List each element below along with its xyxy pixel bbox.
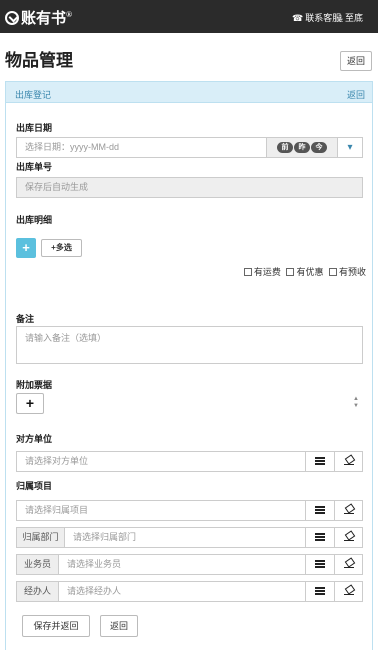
salesman-addon: 业务员 bbox=[16, 554, 59, 575]
prepay-checkbox[interactable] bbox=[328, 268, 337, 276]
department-input[interactable]: 请选择归属部门 bbox=[64, 527, 306, 548]
freight-option[interactable]: 有运费 bbox=[241, 267, 281, 277]
extra-options: 有运费 有优惠 有预收 bbox=[241, 265, 366, 278]
discount-checkbox[interactable] bbox=[286, 268, 295, 276]
page-title: 物品管理 bbox=[5, 51, 73, 70]
number-input: 保存后自动生成 bbox=[16, 177, 363, 198]
project-input[interactable]: 请选择归属项目 bbox=[16, 500, 306, 521]
eraser-icon bbox=[343, 505, 354, 514]
scroll-bottom-link[interactable]: ⤓ 至底 bbox=[339, 11, 363, 24]
phone-icon: ☎ bbox=[292, 13, 304, 23]
list-icon bbox=[315, 587, 325, 595]
discount-label: 有优惠 bbox=[296, 267, 324, 277]
counterparty-label: 对方单位 bbox=[16, 434, 53, 444]
project-list-button[interactable] bbox=[305, 500, 335, 521]
number-spinner[interactable]: ▲ ▼ bbox=[352, 396, 360, 410]
handler-input[interactable]: 请选择经办人 bbox=[58, 581, 306, 602]
brand-name: 账有书 bbox=[21, 11, 67, 27]
salesman-list-button[interactable] bbox=[305, 554, 335, 575]
counterparty-input[interactable]: 请选择对方单位 bbox=[16, 451, 306, 472]
project-label: 归属项目 bbox=[16, 481, 53, 491]
eraser-icon bbox=[343, 456, 354, 465]
date-label: 出库日期 bbox=[16, 123, 53, 133]
contact-service-link[interactable]: ☎ 联系客服 bbox=[292, 11, 341, 24]
remark-textarea[interactable]: 请输入备注（选填） bbox=[16, 326, 363, 364]
details-label: 出库明细 bbox=[16, 215, 53, 225]
eraser-icon bbox=[343, 532, 354, 541]
date-dropdown-button[interactable]: ▾ bbox=[337, 137, 363, 158]
department-list-button[interactable] bbox=[305, 527, 335, 548]
contact-service-label: 联系客服 bbox=[305, 13, 342, 23]
freight-label: 有运费 bbox=[253, 267, 281, 277]
yesterday-button[interactable]: 昨 bbox=[294, 142, 310, 153]
list-icon bbox=[315, 506, 325, 514]
project-clear-button[interactable] bbox=[334, 500, 363, 521]
day-before-yesterday-button[interactable]: 前 bbox=[277, 142, 293, 153]
scroll-bottom-label: 至底 bbox=[344, 13, 363, 23]
prepay-label: 有预收 bbox=[338, 267, 366, 277]
handler-addon: 经办人 bbox=[16, 581, 59, 602]
department-addon: 归属部门 bbox=[16, 527, 65, 548]
freight-checkbox[interactable] bbox=[243, 268, 252, 276]
plus-icon: + bbox=[22, 240, 30, 255]
counterparty-list-button[interactable] bbox=[305, 451, 335, 472]
check-circle-icon bbox=[5, 11, 19, 25]
remark-label: 备注 bbox=[16, 314, 35, 324]
panel-heading: 出库登记 返回 bbox=[6, 82, 372, 103]
number-label: 出库单号 bbox=[16, 162, 53, 172]
spin-down-icon[interactable]: ▼ bbox=[352, 403, 360, 410]
list-icon bbox=[315, 533, 325, 541]
discount-option[interactable]: 有优惠 bbox=[283, 267, 323, 277]
page-back-button[interactable]: 返回 bbox=[340, 51, 372, 71]
save-and-return-button[interactable]: 保存并返回 bbox=[22, 615, 90, 637]
list-icon bbox=[315, 457, 325, 465]
list-icon bbox=[315, 560, 325, 568]
today-button[interactable]: 今 bbox=[311, 142, 327, 153]
registered-mark: ® bbox=[66, 10, 72, 19]
eraser-icon bbox=[343, 586, 354, 595]
eraser-icon bbox=[343, 559, 354, 568]
add-detail-button[interactable]: + bbox=[16, 238, 36, 258]
plus-icon: + bbox=[25, 395, 35, 411]
brand-logo[interactable]: 账有书® bbox=[5, 7, 72, 28]
download-icon: ⤓ bbox=[339, 13, 343, 23]
counterparty-clear-button[interactable] bbox=[334, 451, 363, 472]
handler-list-button[interactable] bbox=[305, 581, 335, 602]
salesman-clear-button[interactable] bbox=[334, 554, 363, 575]
panel-title: 出库登记 bbox=[15, 90, 52, 100]
salesman-input[interactable]: 请选择业务员 bbox=[58, 554, 306, 575]
outbound-form-panel: 出库登记 返回 出库日期 选择日期：yyyy-MM-dd 前昨今 ▾ 出库单号 … bbox=[5, 81, 373, 650]
attachment-label: 附加票据 bbox=[16, 380, 53, 390]
department-clear-button[interactable] bbox=[334, 527, 363, 548]
multi-select-button[interactable]: +多选 bbox=[41, 239, 82, 257]
top-navbar: 账有书® ☎ 联系客服 ⤓ 至底 bbox=[0, 0, 378, 33]
prepay-option[interactable]: 有预收 bbox=[326, 267, 366, 277]
handler-clear-button[interactable] bbox=[334, 581, 363, 602]
panel-back-link[interactable]: 返回 bbox=[347, 88, 365, 101]
return-button[interactable]: 返回 bbox=[100, 615, 138, 637]
date-input[interactable]: 选择日期：yyyy-MM-dd bbox=[16, 137, 267, 158]
add-attachment-button[interactable]: + bbox=[16, 393, 44, 414]
date-quick-pick: 前昨今 bbox=[266, 137, 338, 158]
chevron-down-icon: ▾ bbox=[347, 142, 353, 153]
spin-up-icon[interactable]: ▲ bbox=[352, 396, 360, 403]
